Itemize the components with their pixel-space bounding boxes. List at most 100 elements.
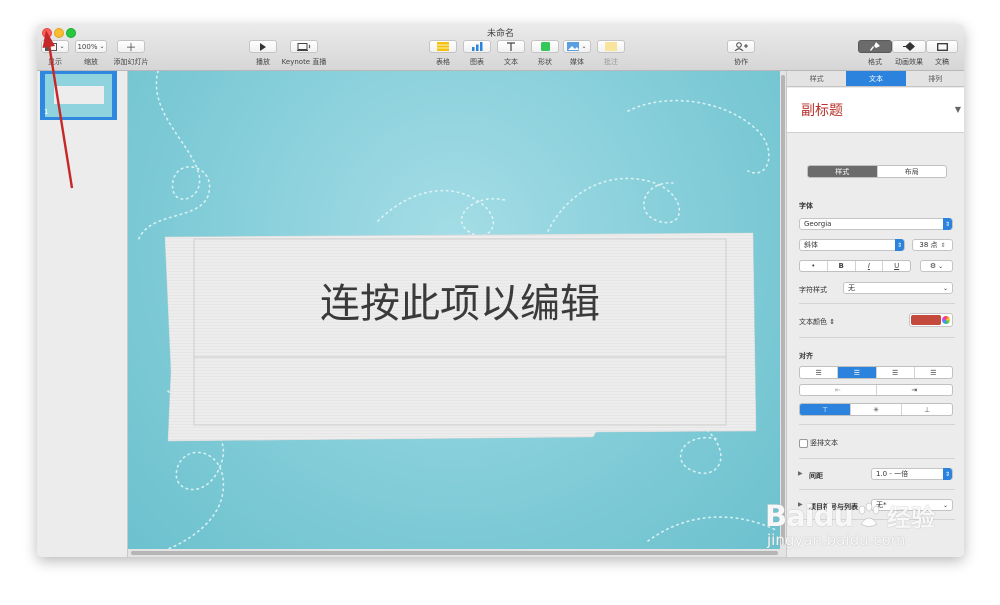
animate-icon xyxy=(903,42,915,51)
watermark-url: jingyan.baidu.com xyxy=(767,531,906,549)
play-label: 播放 xyxy=(256,58,270,66)
chevron-down-icon: ⌄ xyxy=(99,43,105,50)
align-right-icon[interactable]: ☰ xyxy=(877,367,915,378)
tab-arrange[interactable]: 排列 xyxy=(905,71,964,87)
animate-button[interactable] xyxy=(892,40,926,53)
watermark-brand-cn: 经验 xyxy=(887,504,936,532)
underline-button[interactable]: U xyxy=(883,261,910,271)
horizontal-scrollbar[interactable] xyxy=(131,551,778,555)
align-label: 对齐 xyxy=(799,352,813,360)
segment-style[interactable]: 样式 xyxy=(808,166,878,177)
align-center-icon[interactable]: ☰ xyxy=(838,367,877,378)
format-button[interactable] xyxy=(858,40,892,53)
font-family-value: Georgia xyxy=(804,220,832,228)
updown-icon: ⇕ xyxy=(895,239,904,251)
typeface-select[interactable]: 斜体 ⇕ xyxy=(799,239,905,251)
play-button[interactable] xyxy=(249,40,277,53)
triangle-down-icon: ▼ xyxy=(954,105,961,114)
char-style-select[interactable]: 无 ⌄ xyxy=(843,282,953,294)
view-button[interactable]: ⌄ xyxy=(41,40,69,53)
decrease-indent-icon[interactable]: ⇤ xyxy=(800,385,877,395)
char-style-value: 无 xyxy=(848,284,855,292)
chart-label: 图表 xyxy=(470,58,484,66)
bold-button[interactable]: B xyxy=(828,261,856,271)
table-icon xyxy=(437,42,449,51)
zoom-value: 100% xyxy=(77,42,98,51)
align-middle-icon[interactable]: ✳ xyxy=(851,404,902,415)
zoom-select[interactable]: 100% ⌄ xyxy=(75,40,107,53)
shape-label: 形状 xyxy=(538,58,552,66)
font-size-field[interactable]: 38 点 ⇕ xyxy=(912,239,953,251)
divider xyxy=(799,489,955,490)
zoom-label: 缩放 xyxy=(84,58,98,66)
divider xyxy=(799,424,955,425)
shape-button[interactable] xyxy=(531,40,559,53)
updown-icon: ⇕ xyxy=(943,468,952,480)
media-label: 媒体 xyxy=(570,58,584,66)
divider xyxy=(799,303,955,304)
updown-icon: ⇕ xyxy=(943,218,952,230)
text-options-button[interactable]: ⚙ ⌄ xyxy=(920,260,953,272)
text-color-well[interactable] xyxy=(909,313,953,327)
add-slide-button[interactable]: ＋ xyxy=(117,40,145,54)
view-label: 显示 xyxy=(48,58,62,66)
spacing-select[interactable]: 1.0 - 一倍 ⇕ xyxy=(871,468,953,480)
collaborate-label: 协作 xyxy=(734,58,748,66)
document-icon xyxy=(936,42,948,51)
font-family-select[interactable]: Georgia ⇕ xyxy=(799,218,953,230)
text-label: 文本 xyxy=(504,58,518,66)
font-section-label: 字体 xyxy=(799,202,813,210)
tab-text[interactable]: 文本 xyxy=(846,71,906,87)
comment-button[interactable] xyxy=(597,40,625,53)
tab-style[interactable]: 样式 xyxy=(787,71,847,87)
baidu-watermark: Baidu 经验 jingyan.baidu.com xyxy=(765,498,936,550)
disclosure-triangle-icon[interactable]: ▶ xyxy=(798,470,803,477)
plus-icon: ＋ xyxy=(125,40,137,54)
chevron-down-icon: ⌄ xyxy=(581,43,587,50)
segment-layout[interactable]: 布局 xyxy=(878,166,947,177)
chart-icon xyxy=(472,42,483,51)
window-title: 未命名 xyxy=(486,29,514,39)
slide-navigator: 1 xyxy=(37,71,128,557)
table-label: 表格 xyxy=(436,58,450,66)
italic-button[interactable]: I xyxy=(856,261,884,271)
chart-button[interactable] xyxy=(463,40,491,53)
chevron-down-icon: ⌄ xyxy=(59,43,65,50)
watermark-brand: Baidu xyxy=(765,498,854,533)
align-bottom-icon[interactable]: ⊥ xyxy=(902,404,952,415)
vertical-text-checkbox[interactable] xyxy=(799,439,808,448)
collaborate-button[interactable] xyxy=(727,40,755,53)
keynote-live-label: Keynote 直播 xyxy=(281,58,327,66)
align-left-icon[interactable]: ☰ xyxy=(800,367,839,378)
color-wheel-icon xyxy=(942,316,950,324)
table-button[interactable] xyxy=(429,40,457,53)
horizontal-align-segment: ☰ ☰ ☰ ☰ xyxy=(799,366,953,379)
more-style-button[interactable]: • xyxy=(800,261,828,271)
text-color-label: 文本颜色 ⇕ xyxy=(799,318,836,326)
spacing-value: 1.0 - 一倍 xyxy=(876,470,909,478)
spacing-label: 间距 xyxy=(809,472,823,480)
slide-number: 1 xyxy=(44,108,49,116)
char-style-label: 字符样式 xyxy=(799,286,827,294)
comment-icon xyxy=(605,42,617,51)
align-justify-icon[interactable]: ☰ xyxy=(915,367,952,378)
document-button[interactable] xyxy=(926,40,958,53)
text-button[interactable] xyxy=(497,40,525,53)
format-label: 格式 xyxy=(868,58,882,66)
slide-thumbnail[interactable]: 1 xyxy=(40,71,117,120)
text-icon xyxy=(507,42,515,51)
vertical-scrollbar[interactable] xyxy=(781,75,785,545)
align-top-icon[interactable]: ⊤ xyxy=(800,404,851,415)
slide-thumbnail-preview xyxy=(45,74,112,117)
keynote-live-button[interactable] xyxy=(290,40,318,53)
paragraph-style-selector[interactable]: 副标题 ▼ xyxy=(787,88,964,133)
chevron-down-icon: ⌄ xyxy=(938,262,944,270)
font-style-segment: • B I U xyxy=(799,260,911,272)
slide[interactable]: 连按此项以编辑 xyxy=(128,71,780,549)
paintbrush-icon xyxy=(870,42,880,51)
chevron-down-icon: ⌄ xyxy=(942,501,948,509)
increase-indent-icon[interactable]: ⇥ xyxy=(877,385,953,395)
title-placeholder[interactable]: 连按此项以编辑 xyxy=(194,271,726,329)
style-layout-segment: 样式 布局 xyxy=(807,165,947,178)
media-button[interactable]: ⌄ xyxy=(563,40,591,53)
